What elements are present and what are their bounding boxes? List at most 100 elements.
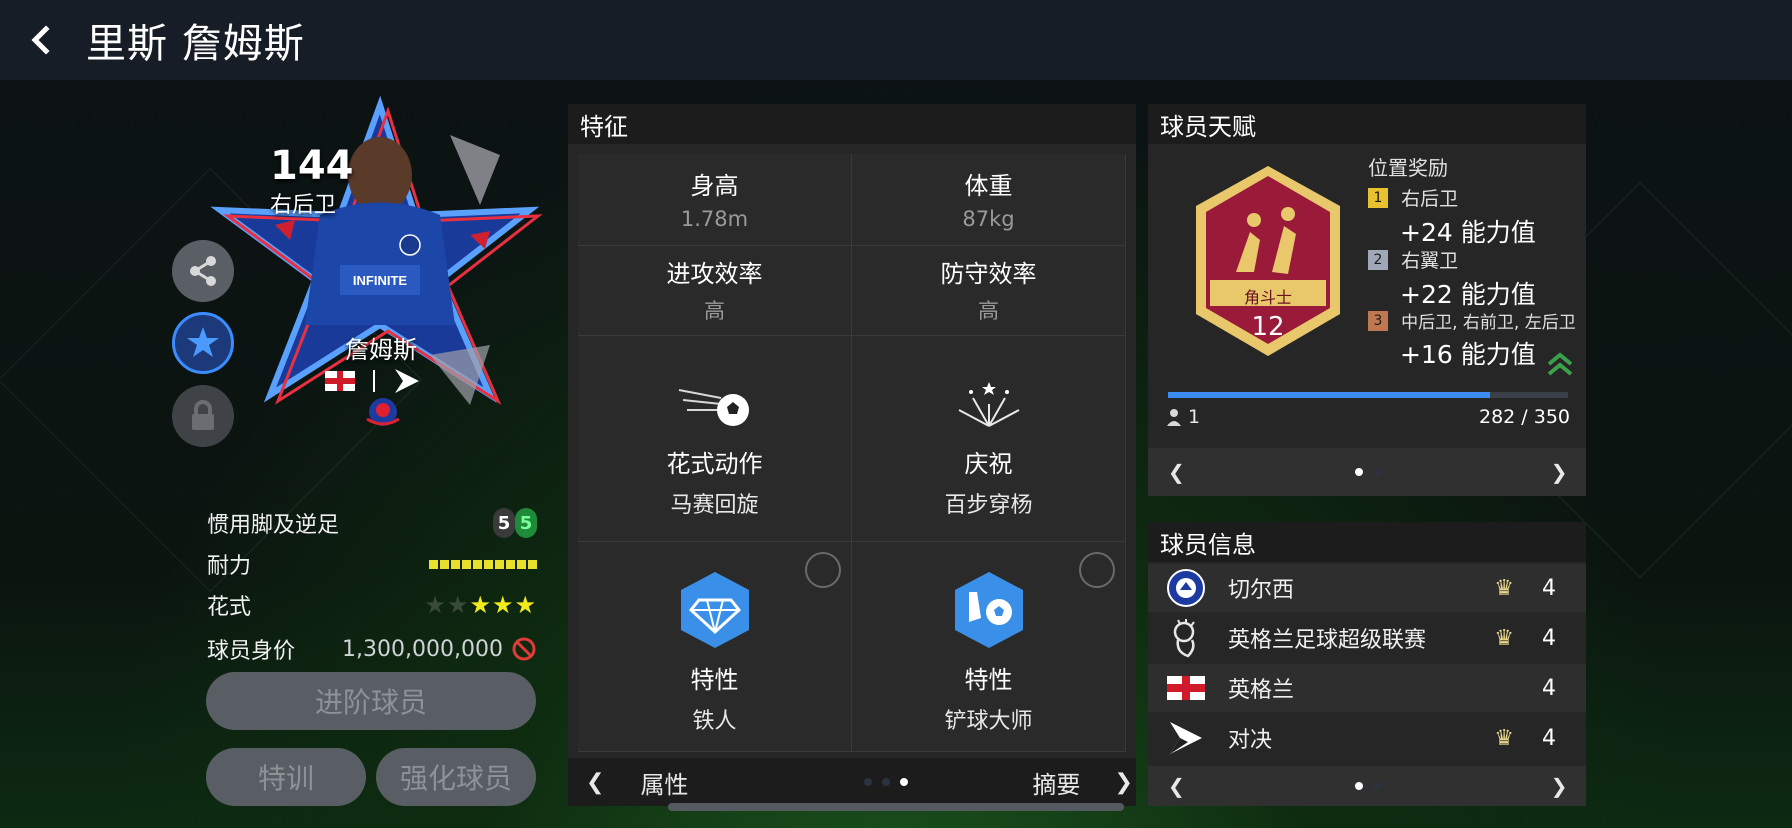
star-filled-icon: ★	[469, 591, 492, 619]
stamina-segment	[495, 559, 504, 569]
page-dot	[1372, 468, 1381, 476]
player-info-panel: 球员信息 切尔西 ♛ 4 英格兰足球超级联赛 ♛ 4 英格兰 4 对决 ♛ 4 …	[1148, 522, 1586, 806]
premier-league-icon	[1166, 618, 1206, 658]
prev-page-button[interactable]: ❮	[586, 770, 604, 795]
page-title: 里斯 詹姆斯	[86, 21, 305, 67]
page-dot-active	[1354, 782, 1363, 790]
celebration-value: 百步穿杨	[944, 493, 1033, 518]
bonus-rank: 3	[1368, 310, 1388, 331]
page-dot	[882, 778, 891, 786]
player-card[interactable]: INFINITE 144 右后卫 詹姆斯	[200, 95, 560, 455]
stamina-segment	[440, 559, 449, 569]
bonus-rank: 2	[1368, 249, 1388, 270]
share-icon	[190, 256, 216, 286]
foot-badges: 5 5	[493, 508, 537, 538]
info-row-nation[interactable]: 英格兰 4	[1148, 664, 1586, 712]
talent-prev-button[interactable]: ❮	[1168, 460, 1185, 484]
enhance-player-button[interactable]: 强化球员	[376, 748, 536, 806]
stamina-segment	[473, 559, 482, 569]
info-name: 英格兰足球超级联赛	[1228, 628, 1427, 653]
person-icon	[1167, 409, 1181, 426]
talent-progress-fill	[1168, 392, 1491, 398]
bonus-rank: 1	[1368, 187, 1388, 208]
weight-value: 87kg	[962, 207, 1015, 231]
strong-foot-badge: 5	[515, 508, 537, 538]
stamina-segment	[429, 559, 438, 569]
lock-button[interactable]	[172, 385, 234, 447]
attack-label: 进攻效率	[666, 260, 763, 288]
info-title: 球员信息	[1148, 522, 1586, 562]
skill-move-icon	[678, 389, 749, 426]
info-row-versus[interactable]: 对决 ♛ 4	[1148, 714, 1586, 762]
double-chevron-up-icon[interactable]	[1546, 352, 1574, 378]
favorite-button[interactable]	[172, 312, 234, 374]
attack-cell: 进攻效率 高	[578, 246, 852, 336]
celebration-label: 庆祝	[964, 450, 1013, 478]
value-row: 球员身价 1,300,000,000	[207, 631, 537, 667]
info-prev-button[interactable]: ❮	[1168, 774, 1185, 798]
player-value: 1,300,000,000	[342, 636, 503, 662]
swap-icon[interactable]	[805, 552, 841, 588]
crown-icon: ♛	[1494, 575, 1514, 601]
badge-name: 角斗士	[1243, 288, 1292, 307]
value-display: 1,300,000,000	[342, 636, 537, 662]
player-position: 右后卫	[270, 193, 337, 218]
celebration-icon	[958, 382, 1019, 427]
bonus-item-3: 3 中后卫, 右前卫, 左后卫 +16 能力值	[1368, 308, 1576, 371]
divider	[373, 370, 375, 392]
features-panel: 特征 身高 1.78m 体重 87kg 进攻效率 高 防守效率 高 花式动作 马…	[568, 104, 1136, 806]
features-title: 特征	[568, 104, 1136, 144]
trait1-value: 铁人	[692, 709, 737, 734]
foot-label: 惯用脚及逆足	[207, 513, 340, 538]
height-value: 1.78m	[680, 207, 749, 231]
back-button[interactable]	[0, 0, 80, 80]
info-row-league[interactable]: 英格兰足球超级联赛 ♛ 4	[1148, 614, 1586, 662]
owner-count-row: 1	[1166, 406, 1200, 428]
stamina-row: 耐力	[207, 546, 537, 582]
info-name: 对决	[1228, 728, 1273, 753]
talent-progress-text: 282 / 350	[1478, 406, 1570, 428]
defense-cell: 防守效率 高	[852, 246, 1126, 336]
weight-cell: 体重 87kg	[852, 154, 1126, 246]
page-dot	[864, 778, 873, 786]
trait1-cell[interactable]: 特性 铁人	[578, 542, 852, 752]
skill-move-cell[interactable]: 花式动作 马赛回旋	[578, 336, 852, 542]
info-row-club[interactable]: 切尔西 ♛ 4	[1148, 564, 1586, 612]
talent-next-button[interactable]: ❯	[1551, 460, 1568, 484]
stamina-segment	[462, 559, 471, 569]
versus-icon	[1166, 718, 1206, 758]
share-button[interactable]	[172, 240, 234, 302]
horizontal-scrollbar[interactable]	[668, 803, 1124, 811]
bonus-position: 右后卫	[1401, 188, 1459, 210]
page-dot-active	[900, 778, 909, 786]
stamina-bar	[429, 559, 537, 569]
weak-foot-badge: 5	[493, 508, 515, 538]
info-footer: ❮ ❯	[1148, 766, 1586, 806]
player-card-name: 詹姆斯	[345, 336, 417, 364]
skill-label: 花式	[207, 595, 252, 620]
skill-row: 花式 ★★★★★	[207, 587, 537, 623]
stamina-segment	[506, 559, 515, 569]
advance-player-button[interactable]: 进阶球员	[206, 672, 536, 730]
swap-icon[interactable]	[1079, 552, 1115, 588]
summary-tab[interactable]: 摘要	[1032, 765, 1080, 800]
versus-icon	[395, 369, 419, 393]
england-flag-icon	[325, 371, 355, 391]
bonus-value: +22 能力值	[1400, 280, 1536, 309]
special-training-button[interactable]: 特训	[206, 748, 366, 806]
chelsea-crest-icon	[1166, 568, 1206, 608]
top-bar: 里斯 詹姆斯	[0, 0, 1792, 80]
stamina-label: 耐力	[207, 554, 252, 579]
skill-move-value: 马赛回旋	[670, 493, 759, 518]
talent-title: 球员天赋	[1148, 104, 1586, 144]
page-dot	[1372, 782, 1381, 790]
trait2-cell[interactable]: 特性 铲球大师	[852, 542, 1126, 752]
info-next-button[interactable]: ❯	[1551, 774, 1568, 798]
next-page-button[interactable]: ❯	[1114, 770, 1132, 795]
prohibited-icon	[512, 637, 536, 661]
trait2-label: 特性	[964, 666, 1013, 694]
talent-panel: 球员天赋 角斗士 12 位置奖励 1 右后卫 +24 能力值 2 右翼卫 +22…	[1148, 104, 1586, 496]
attributes-tab[interactable]: 属性	[640, 765, 688, 800]
celebration-cell[interactable]: 庆祝 百步穿杨	[852, 336, 1126, 542]
skill-move-label: 花式动作	[666, 450, 763, 478]
